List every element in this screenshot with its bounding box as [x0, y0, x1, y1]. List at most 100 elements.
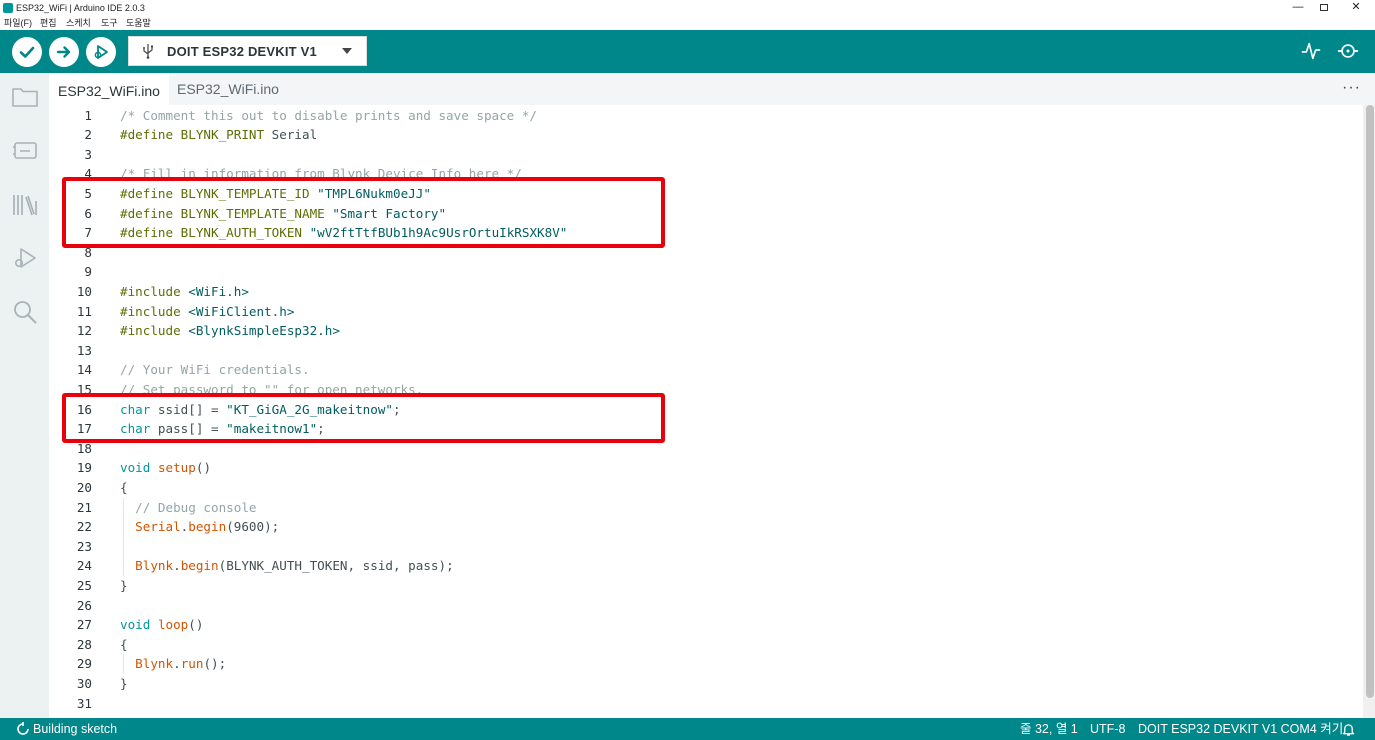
app-icon [3, 3, 13, 13]
editor-tabs: ESP32_WiFi.ino ESP32_WiFi.ino ··· [49, 73, 1375, 105]
more-icon[interactable]: ··· [1342, 79, 1361, 97]
menu-file[interactable]: 파일(F) [4, 17, 32, 29]
maximize-button[interactable] [1308, 0, 1340, 16]
line-number: 1 [84, 107, 92, 123]
code-editor[interactable]: 1 /* Comment this out to disable prints a… [49, 105, 1363, 718]
tab-esp32-wifi[interactable]: ESP32_WiFi.ino [168, 73, 288, 105]
debug-icon [15, 248, 36, 268]
code-line[interactable]: 5 #define BLYNK_TEMPLATE_ID "TMPL6Nukm0eJ… [49, 184, 1363, 204]
debug-panel-button[interactable] [10, 243, 40, 273]
menu-edit[interactable]: 편집 [40, 17, 57, 29]
code-text[interactable]: { [120, 635, 128, 655]
code-text[interactable]: char pass[] = "makeitnow1"; [120, 419, 325, 439]
menu-bar: 파일(F) 편집 스케치 도구 도움말 [0, 16, 1375, 30]
code-text[interactable]: char ssid[] = "KT_GiGA_2G_makeitnow"; [120, 400, 401, 420]
code-line[interactable]: 12 #include <BlynkSimpleEsp32.h> [49, 321, 1363, 341]
bell-icon[interactable] [1342, 718, 1355, 740]
line-number: 29 [76, 656, 92, 672]
code-line[interactable]: 28 { [49, 635, 1363, 655]
upload-button[interactable] [49, 37, 79, 67]
code-line[interactable]: 26 [49, 596, 1363, 616]
usb-icon [141, 43, 155, 59]
line-number: 25 [76, 577, 92, 593]
serial-monitor-button[interactable] [1335, 39, 1361, 63]
code-text[interactable]: Blynk.run(); [120, 654, 226, 674]
code-line[interactable]: 19 void setup() [49, 458, 1363, 478]
debug-button[interactable] [86, 37, 116, 67]
cursor-position[interactable]: 줄 32, 열 1 [1020, 718, 1078, 740]
code-line[interactable]: 24 Blynk.begin(BLYNK_AUTH_TOKEN, ssid, p… [49, 556, 1363, 576]
editor-scrollbar[interactable] [1363, 105, 1375, 718]
code-line[interactable]: 20 { [49, 478, 1363, 498]
code-text[interactable]: Blynk.begin(BLYNK_AUTH_TOKEN, ssid, pass… [120, 556, 453, 576]
code-line[interactable]: 13 [49, 341, 1363, 361]
code-line[interactable]: 15 // Set password to "" for open network… [49, 380, 1363, 400]
file-encoding[interactable]: UTF-8 [1090, 718, 1125, 740]
code-text[interactable]: #include <BlynkSimpleEsp32.h> [120, 321, 340, 341]
code-text[interactable]: #define BLYNK_TEMPLATE_NAME "Smart Facto… [120, 204, 446, 224]
sketchbook-button[interactable] [10, 82, 40, 112]
code-line[interactable]: 25} [49, 576, 1363, 596]
code-text[interactable]: // Your WiFi credentials. [120, 360, 310, 380]
line-number: 23 [76, 538, 92, 554]
code-line[interactable]: 29 Blynk.run(); [49, 654, 1363, 674]
code-line[interactable]: 14 // Your WiFi credentials. [49, 360, 1363, 380]
code-line[interactable]: 10 #include <WiFi.h> [49, 282, 1363, 302]
line-number: 2 [84, 127, 92, 143]
line-number: 15 [76, 381, 92, 397]
code-line[interactable]: 21 // Debug console [49, 498, 1363, 518]
board-selector[interactable]: DOIT ESP32 DEVKIT V1 [128, 36, 367, 66]
code-text[interactable]: /* Comment this out to disable prints an… [120, 106, 537, 126]
code-text[interactable]: #define BLYNK_PRINT Serial [120, 125, 317, 145]
serial-plotter-button[interactable] [1298, 39, 1324, 63]
menu-help[interactable]: 도움말 [126, 17, 151, 29]
code-line[interactable]: 4 /* Fill in information from Blynk Devic… [49, 164, 1363, 184]
code-text[interactable]: #define BLYNK_AUTH_TOKEN "wV2ftTtfBUb1h9… [120, 223, 567, 243]
line-number: 22 [76, 519, 92, 535]
code-line[interactable]: 16 char ssid[] = "KT_GiGA_2G_makeitnow"; [49, 400, 1363, 420]
code-line[interactable]: 3 [49, 145, 1363, 165]
code-text[interactable]: } [120, 674, 128, 694]
code-line[interactable]: 27 void loop() [49, 615, 1363, 635]
library-manager-button[interactable] [10, 190, 40, 220]
code-text[interactable]: #include <WiFi.h> [120, 282, 249, 302]
code-text[interactable]: // Set password to "" for open networks. [120, 380, 423, 400]
code-line[interactable]: 7 #define BLYNK_AUTH_TOKEN "wV2ftTtfBUb1h… [49, 223, 1363, 243]
code-text[interactable]: void loop() [120, 615, 203, 635]
code-text[interactable]: { [120, 478, 128, 498]
line-number: 18 [76, 440, 92, 456]
menu-tools[interactable]: 도구 [101, 17, 118, 29]
verify-button[interactable] [12, 37, 42, 67]
line-number: 21 [76, 499, 92, 515]
code-line[interactable]: 1 /* Comment this out to disable prints a… [49, 106, 1363, 126]
code-line[interactable]: 17 char pass[] = "makeitnow1"; [49, 419, 1363, 439]
code-text[interactable]: Serial.begin(9600); [120, 517, 279, 537]
tab-esp32-wifi-active[interactable]: ESP32_WiFi.ino [49, 73, 169, 105]
code-line[interactable]: 22 Serial.begin(9600); [49, 517, 1363, 537]
code-line[interactable]: 18 [49, 439, 1363, 459]
code-line[interactable]: 11 #include <WiFiClient.h> [49, 302, 1363, 322]
board-port-status[interactable]: DOIT ESP32 DEVKIT V1 COM4 켜기 [1138, 718, 1343, 740]
code-line[interactable]: 8 [49, 243, 1363, 263]
folder-icon [12, 88, 38, 107]
code-text[interactable]: #include <WiFiClient.h> [120, 302, 294, 322]
title-bar: ESP32_WiFi | Arduino IDE 2.0.3 — ✕ [0, 0, 1375, 16]
code-line[interactable]: 9 [49, 262, 1363, 282]
scrollbar-thumb[interactable] [1366, 105, 1374, 698]
line-number: 28 [76, 636, 92, 652]
code-line[interactable]: 2 #define BLYNK_PRINT Serial [49, 125, 1363, 145]
code-text[interactable]: } [120, 576, 128, 596]
code-text[interactable]: /* Fill in information from Blynk Device… [120, 164, 522, 184]
search-button[interactable] [10, 297, 40, 327]
arduino-ide-window: ESP32_WiFi | Arduino IDE 2.0.3 — ✕ 파일(F)… [0, 0, 1375, 740]
menu-sketch[interactable]: 스케치 [66, 17, 91, 29]
close-button[interactable]: ✕ [1340, 0, 1372, 16]
code-line[interactable]: 6 #define BLYNK_TEMPLATE_NAME "Smart Fact… [49, 204, 1363, 224]
code-line[interactable]: 31 [49, 694, 1363, 714]
code-line[interactable]: 30} [49, 674, 1363, 694]
code-text[interactable]: #define BLYNK_TEMPLATE_ID "TMPL6Nukm0eJJ… [120, 184, 431, 204]
code-line[interactable]: 23 [49, 537, 1363, 557]
code-text[interactable]: void setup() [120, 458, 211, 478]
boards-manager-button[interactable] [10, 135, 40, 165]
code-text[interactable]: // Debug console [120, 498, 256, 518]
